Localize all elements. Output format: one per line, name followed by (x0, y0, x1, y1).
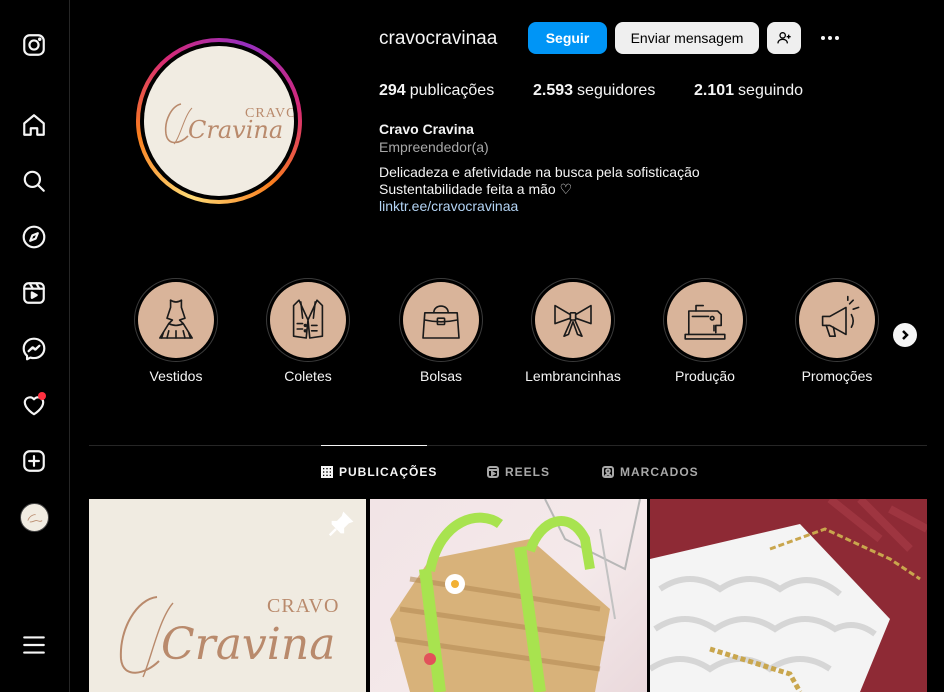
notifications-icon[interactable] (20, 391, 48, 419)
home-icon[interactable] (20, 111, 48, 139)
tab-label: REELS (505, 465, 551, 479)
bio: Delicadeza e afetividade na busca pela s… (379, 164, 700, 198)
logo-word-top: CRAVO (267, 595, 339, 617)
highlight-label: Vestidos (149, 368, 203, 384)
sewing-machine-icon (684, 304, 726, 340)
post-thumbnail[interactable] (650, 499, 927, 692)
tab-marcados[interactable]: MARCADOS (602, 465, 699, 479)
logo-word-script: Cravina (161, 619, 335, 670)
sidebar (0, 0, 70, 692)
post-thumbnail[interactable] (370, 499, 647, 692)
highlight-bolsas[interactable]: Bolsas (391, 278, 491, 384)
explore-icon[interactable] (20, 223, 48, 251)
profile-avatar[interactable] (20, 503, 49, 532)
tagged-icon (602, 466, 614, 478)
profile-picture[interactable]: CRAVO Cravina (136, 38, 302, 204)
followers-count: 2.593 (533, 82, 574, 99)
brand-logo: CRAVO Cravina (144, 46, 294, 196)
highlights-next-button[interactable] (893, 323, 917, 347)
search-icon[interactable] (20, 167, 48, 195)
following-stat[interactable]: 2.101 seguindo (694, 82, 803, 100)
send-message-button[interactable]: Enviar mensagem (615, 22, 759, 54)
posts-count: 294 (379, 82, 406, 99)
post-thumbnail[interactable]: CRAVO Cravina (89, 499, 366, 692)
chevron-right-icon (902, 330, 909, 340)
highlight-label: Coletes (284, 368, 332, 384)
following-count: 2.101 (694, 82, 735, 99)
followers-stat[interactable]: 2.593 seguidores (533, 82, 655, 100)
notification-dot (38, 392, 46, 400)
megaphone-icon (821, 295, 860, 338)
bio-link[interactable]: linktr.ee/cravocravinaa (379, 198, 518, 214)
tab-reels[interactable]: REELS (487, 465, 550, 479)
logo-word-script: Cravina (188, 116, 283, 144)
following-label: seguindo (738, 82, 803, 99)
bag-icon (422, 305, 460, 339)
highlight-lembrancinhas[interactable]: Lembrancinhas (523, 278, 623, 384)
highlight-promocoes[interactable]: Promoções (787, 278, 887, 384)
grid-icon (321, 466, 333, 478)
reels-icon[interactable] (20, 279, 48, 307)
highlight-label: Produção (675, 368, 735, 384)
follow-button[interactable]: Seguir (528, 22, 607, 54)
posts-label: publicações (409, 82, 495, 99)
instagram-icon[interactable] (20, 31, 48, 59)
vest-icon (292, 299, 324, 339)
tab-publicacoes[interactable]: PUBLICAÇÕES (321, 465, 437, 479)
create-icon[interactable] (20, 447, 48, 475)
full-name: Cravo Cravina (379, 121, 474, 137)
menu-icon[interactable] (20, 631, 48, 659)
active-tab-indicator (321, 445, 427, 446)
tab-label: PUBLICAÇÕES (339, 465, 438, 479)
add-user-icon (777, 32, 791, 44)
followers-label: seguidores (577, 82, 656, 99)
highlight-label: Bolsas (419, 368, 463, 384)
highlight-vestidos[interactable]: Vestidos (126, 278, 226, 384)
more-options-icon[interactable] (818, 26, 842, 50)
username: cravocravinaa (379, 28, 498, 49)
tab-label: MARCADOS (620, 465, 699, 479)
suggested-accounts-button[interactable] (767, 22, 801, 54)
straw-bag-photo (390, 499, 641, 692)
bow-icon (554, 304, 592, 338)
content-divider (89, 445, 927, 446)
brand-logo: CRAVO Cravina (119, 595, 339, 678)
reels-icon (487, 466, 499, 478)
messenger-icon[interactable] (20, 335, 48, 363)
highlight-coletes[interactable]: Coletes (258, 278, 358, 384)
dress-icon (158, 299, 194, 339)
highlight-label: Promoções (801, 368, 873, 384)
highlight-producao[interactable]: Produção (655, 278, 755, 384)
bio-line: Delicadeza e afetividade na busca pela s… (379, 164, 700, 180)
pin-icon (328, 511, 354, 537)
category-label: Empreendedor(a) (379, 139, 489, 155)
white-crochet-bag-photo (650, 499, 927, 692)
bio-line: Sustentabilidade feita a mão ♡ (379, 181, 573, 197)
highlight-label: Lembrancinhas (525, 368, 621, 384)
posts-count-stat[interactable]: 294 publicações (379, 82, 494, 100)
